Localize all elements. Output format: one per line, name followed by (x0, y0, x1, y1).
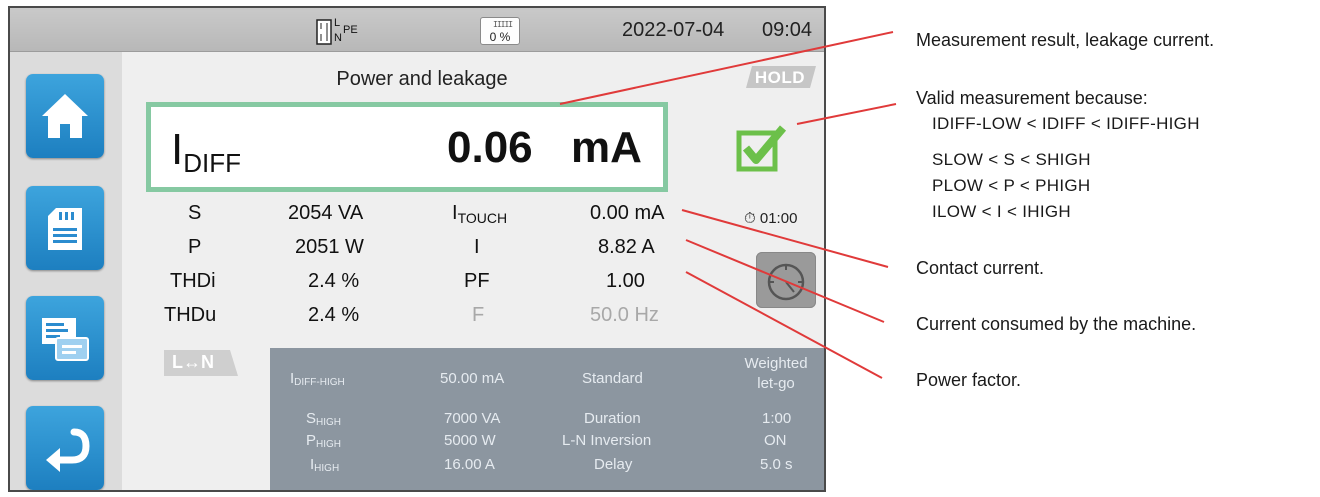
report-button[interactable] (26, 296, 104, 380)
callout-contact-current: Contact current. (916, 258, 1045, 278)
battery-level-text: 0 % (489, 30, 511, 44)
label-i: I (474, 236, 480, 258)
connection-label-n: N (334, 32, 342, 44)
report-icon (42, 318, 89, 361)
label-p: P (188, 236, 202, 258)
start-measurement-button[interactable] (756, 252, 816, 308)
param-value-duration: 1:00 (762, 410, 792, 427)
dial-icon (767, 263, 805, 301)
callout-condition-p: PLOW < P < PHIGH (932, 176, 1091, 195)
param-label-standard: Standard (582, 370, 643, 387)
sd-card-icon (48, 208, 82, 250)
limit-label-idiff-high: IDIFF-HIGH (290, 370, 345, 388)
valid-check-icon (736, 125, 787, 172)
label-s: S (188, 202, 202, 224)
callout-measurement-result: Measurement result, leakage current. (916, 30, 1215, 50)
limit-label-s-high: SHIGH (306, 410, 342, 428)
connection-label-l: L (334, 17, 341, 29)
status-bar: L N PE IIIII 0 % 2022-07-04 09:04 (10, 8, 824, 52)
timer-value: 01:00 (759, 210, 798, 227)
callout-valid-title: Valid measurement because: (916, 88, 1148, 108)
result-unit: mA (571, 123, 642, 172)
result-symbol: IDIFF (171, 125, 241, 178)
status-date: 2022-07-04 (622, 19, 725, 41)
param-label-ln-inversion: L-N Inversion (562, 432, 652, 449)
param-value-standard: Weighted let-go (744, 355, 808, 392)
callout-power-factor: Power factor. (916, 370, 1022, 390)
return-icon (46, 428, 90, 472)
ln-inversion-label: L↔N (172, 352, 214, 372)
page-title: Power and leakage (336, 68, 508, 90)
callout-condition-idiff: IDIFF-LOW < IDIFF < IDIFF-HIGH (932, 114, 1200, 133)
instrument-screen: L N PE IIIII 0 % 2022-07-04 09:04 Power … (8, 6, 826, 492)
battery-icon: IIIII 0 % (480, 17, 520, 45)
ln-inversion-badge: L↔N (164, 350, 238, 376)
label-f: F (472, 304, 485, 326)
label-i-touch: ITOUCH (452, 202, 508, 226)
value-f: 50.0 Hz (590, 304, 659, 326)
status-time: 09:04 (762, 19, 813, 41)
param-label-duration: Duration (584, 410, 641, 427)
value-i-touch: 0.00 mA (590, 202, 665, 224)
label-i-touch-sub: TOUCH (457, 210, 508, 226)
value-p: 2051 W (295, 236, 364, 258)
limit-value-s-high: 7000 VA (444, 410, 501, 427)
timer-display: ⏱ 01:00 (744, 210, 797, 227)
callout-condition-i: ILOW < I < IHIGH (932, 202, 1071, 221)
value-pf: 1.00 (606, 270, 645, 292)
callout-machine-current: Current consumed by the machine. (916, 314, 1197, 334)
connection-label-pe: PE (343, 24, 358, 36)
result-display: IDIFF 0.06 mA (146, 102, 668, 192)
value-thdu: 2.4 % (308, 304, 360, 326)
limits-panel: IDIFF-HIGH 50.00 mA Standard Weighted le… (270, 348, 824, 490)
measurement-panel: Power and leakage HOLD IDIFF 0.06 mA S 2… (122, 52, 824, 490)
limit-label-i-high: IHIGH (310, 456, 340, 474)
value-s: 2054 VA (288, 202, 364, 224)
label-thdi: THDi (170, 270, 216, 292)
home-icon (42, 94, 88, 138)
stopwatch-icon: ⏱ (744, 210, 756, 227)
callout-condition-s: SLOW < S < SHIGH (932, 150, 1091, 169)
result-subscript: DIFF (183, 148, 241, 178)
limit-label-p-high: PHIGH (306, 432, 342, 450)
param-value-delay: 5.0 s (760, 456, 793, 473)
sidebar (10, 52, 122, 490)
memory-button[interactable] (26, 186, 104, 270)
limit-value-idiff-high: 50.00 mA (440, 370, 505, 387)
param-value-ln-inversion: ON (764, 432, 787, 449)
hold-button[interactable]: HOLD (752, 68, 808, 88)
limit-value-i-high: 16.00 A (444, 456, 495, 473)
param-label-delay: Delay (594, 456, 633, 473)
home-button[interactable] (26, 74, 104, 158)
label-thdu: THDu (164, 304, 217, 326)
connection-status-icon: L N PE (316, 17, 376, 45)
back-button[interactable] (26, 406, 104, 490)
value-i: 8.82 A (598, 236, 655, 258)
limit-value-p-high: 5000 W (444, 432, 496, 449)
label-pf: PF (464, 270, 490, 292)
result-value: 0.06 (447, 123, 533, 172)
value-thdi: 2.4 % (308, 270, 360, 292)
